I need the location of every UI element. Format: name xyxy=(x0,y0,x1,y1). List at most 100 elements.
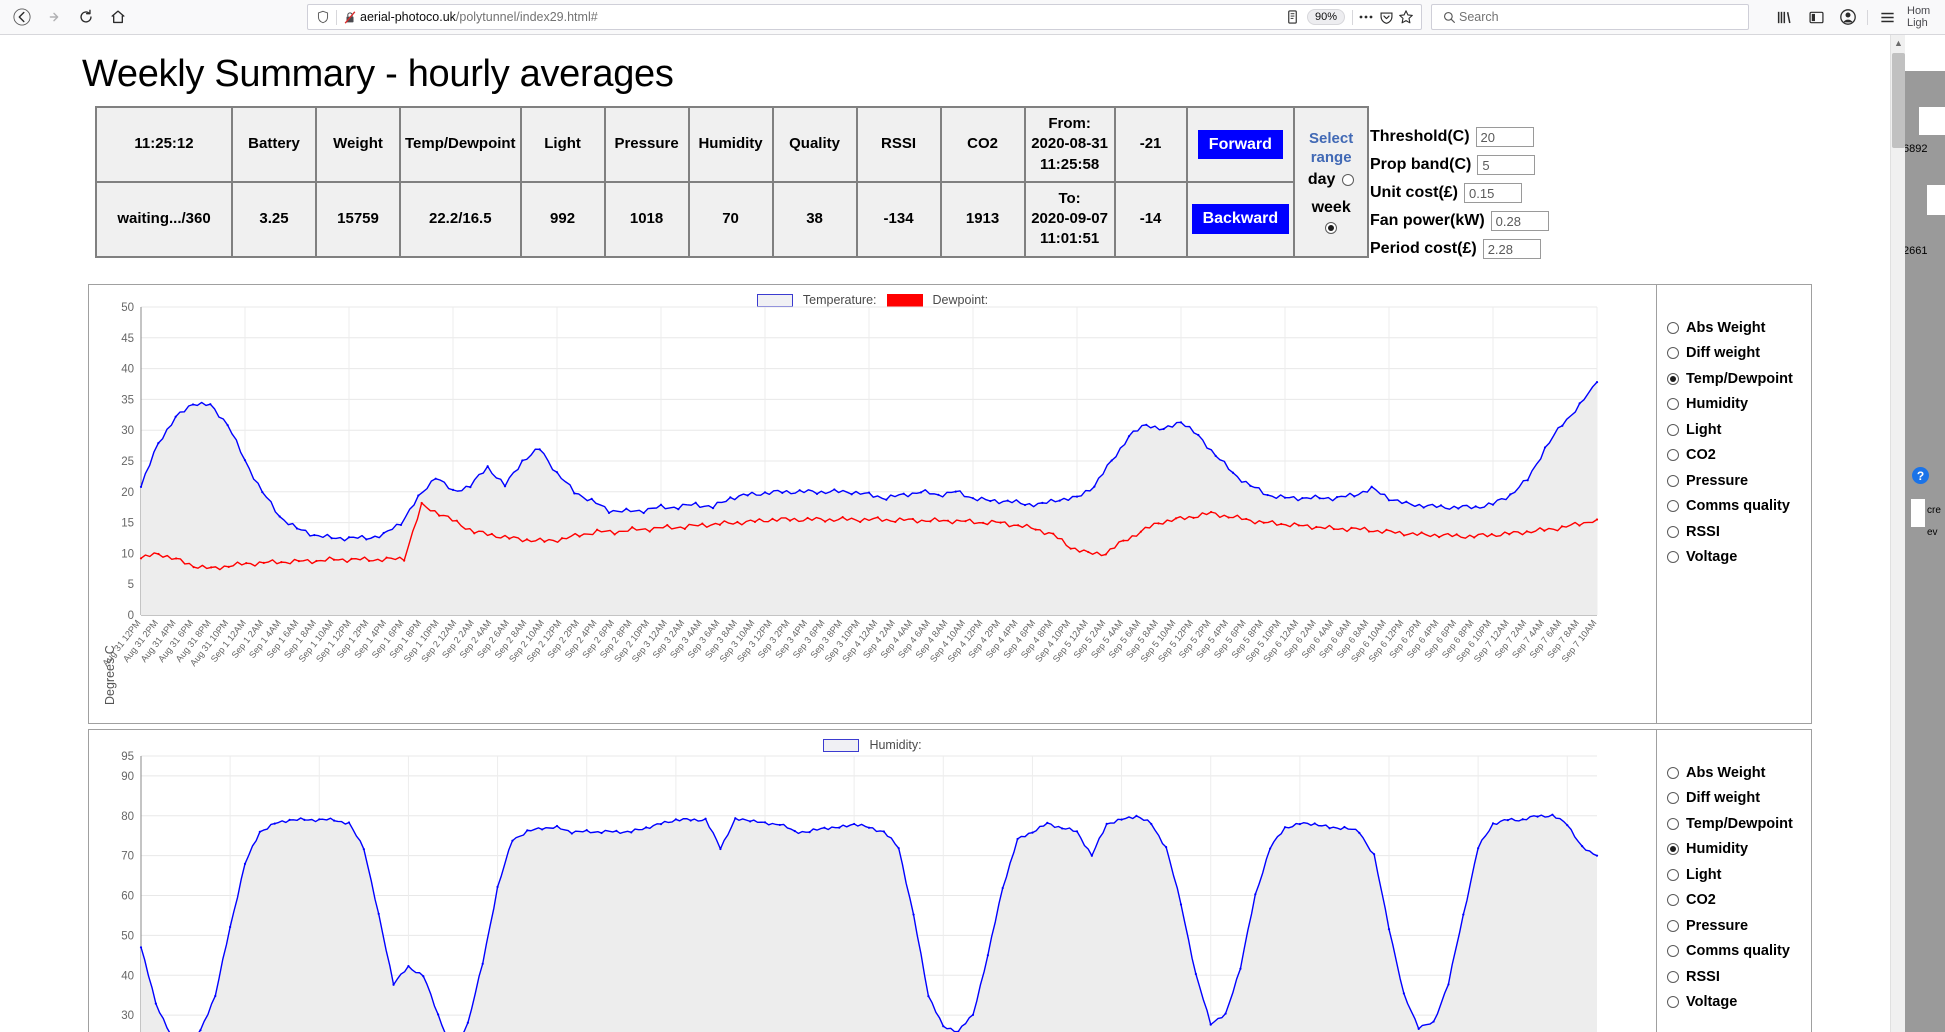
period-cost-input[interactable]: 2.28 xyxy=(1482,239,1541,259)
scroll-up-arrow[interactable]: ▲ xyxy=(1891,35,1906,51)
range-to-time: 11:01:51 xyxy=(1039,230,1100,248)
radio-comms-quality-icon[interactable] xyxy=(1667,500,1679,513)
radio2-voltage-icon[interactable] xyxy=(1667,996,1679,1009)
chart1-option-voltage[interactable]: Voltage xyxy=(1657,545,1811,571)
chart1-option-label-light: Light xyxy=(1686,421,1722,438)
select-range-label: Select range xyxy=(1309,129,1354,166)
svg-text:80: 80 xyxy=(121,811,134,823)
chart1-option-co2[interactable]: CO2 xyxy=(1657,443,1811,469)
reader-view-icon[interactable] xyxy=(1283,9,1303,25)
chart2-option-label-comms-quality: Comms quality xyxy=(1686,943,1790,960)
radio-humidity-icon[interactable] xyxy=(1667,398,1679,411)
svg-text:50: 50 xyxy=(121,930,134,942)
svg-text:15: 15 xyxy=(121,518,134,530)
chart2-option-label-diff-weight: Diff weight xyxy=(1686,790,1761,807)
radio-pressure-icon[interactable] xyxy=(1667,474,1679,487)
value-cell-light: 992 xyxy=(519,180,606,258)
value-cell-humidity: 70 xyxy=(687,180,774,258)
chart2-option-abs-weight[interactable]: Abs Weight xyxy=(1657,760,1811,786)
chart2-option-rssi[interactable]: RSSI xyxy=(1657,964,1811,990)
range-from-cell: From: 2020-08-31 11:25:58 xyxy=(1023,106,1116,183)
chart1-option-temp-dewpoint[interactable]: Temp/Dewpoint xyxy=(1657,366,1811,392)
range-radio-day[interactable] xyxy=(1342,174,1355,187)
setting-row-period-cost: Period cost(£) 2.28 xyxy=(1370,239,1580,259)
chart2-option-comms-quality[interactable]: Comms quality xyxy=(1657,939,1811,965)
radio-voltage-icon[interactable] xyxy=(1667,551,1679,564)
chart1-option-pressure[interactable]: Pressure xyxy=(1657,468,1811,494)
broken-lock-icon[interactable] xyxy=(340,10,360,25)
shield-icon[interactable] xyxy=(313,10,333,24)
zoom-level-badge[interactable]: 90% xyxy=(1306,9,1345,25)
forward-button[interactable]: Forward xyxy=(1197,129,1283,160)
svg-text:30: 30 xyxy=(121,1010,134,1022)
summary-table: 11:25:12 Battery Weight Temp/Dewpoint Li… xyxy=(95,106,1370,258)
settings-panel: Threshold(C) 20 Prop band(C) 5 Unit cost… xyxy=(1370,127,1580,267)
chart2-option-light[interactable]: Light xyxy=(1657,862,1811,888)
star-icon[interactable] xyxy=(1396,9,1416,25)
header-cell-time: 11:25:12 xyxy=(95,106,233,183)
chart2-option-diff-weight[interactable]: Diff weight xyxy=(1657,786,1811,812)
radio2-pressure-icon[interactable] xyxy=(1667,919,1679,932)
help-icon[interactable]: ? xyxy=(1912,467,1929,484)
chart2-option-voltage[interactable]: Voltage xyxy=(1657,990,1811,1016)
reload-button[interactable] xyxy=(70,2,102,32)
chart2-option-label-co2: CO2 xyxy=(1686,892,1716,909)
radio-co2-icon[interactable] xyxy=(1667,449,1679,462)
svg-text:20: 20 xyxy=(121,487,134,499)
radio-abs-weight-icon[interactable] xyxy=(1667,321,1679,334)
account-icon[interactable] xyxy=(1832,2,1864,32)
header-cell-rssi: RSSI xyxy=(855,106,942,183)
library-icon[interactable] xyxy=(1768,2,1800,32)
radio2-rssi-icon[interactable] xyxy=(1667,970,1679,983)
radio-temp-dewpoint-icon[interactable] xyxy=(1667,372,1679,385)
chart2-option-label-abs-weight: Abs Weight xyxy=(1686,764,1766,781)
radio2-temp-dewpoint-icon[interactable] xyxy=(1667,817,1679,830)
background-window-strip: 6892 2661 ? cre ev xyxy=(1905,35,1945,1032)
backward-button[interactable]: Backward xyxy=(1191,204,1290,234)
radio2-abs-weight-icon[interactable] xyxy=(1667,766,1679,779)
radio2-comms-quality-icon[interactable] xyxy=(1667,945,1679,958)
sidebar-icon[interactable] xyxy=(1800,2,1832,32)
fan-power-input[interactable]: 0.28 xyxy=(1490,211,1549,231)
radio2-humidity-icon[interactable] xyxy=(1667,843,1679,856)
pocket-icon[interactable] xyxy=(1376,10,1396,25)
background-tab-label[interactable]: Hom Ligh xyxy=(1903,5,1937,29)
chart1-option-diff-weight[interactable]: Diff weight xyxy=(1657,341,1811,367)
range-to-cell: To: 2020-09-07 11:01:51 xyxy=(1023,180,1116,258)
chart1-option-abs-weight[interactable]: Abs Weight xyxy=(1657,315,1811,341)
unit-cost-input[interactable]: 0.15 xyxy=(1464,183,1522,203)
vertical-scrollbar[interactable]: ▲ xyxy=(1890,35,1905,1032)
prop-band-input[interactable]: 5 xyxy=(1477,155,1536,175)
forward-button[interactable] xyxy=(38,2,70,32)
home-button[interactable] xyxy=(102,2,134,32)
chart2-option-pressure[interactable]: Pressure xyxy=(1657,913,1811,939)
url-bar[interactable]: aerial-photoco.uk/polytunnel/index29.htm… xyxy=(307,4,1422,30)
chart1-option-light[interactable]: Light xyxy=(1657,417,1811,443)
chart1-option-comms-quality[interactable]: Comms quality xyxy=(1657,494,1811,520)
hamburger-menu-icon[interactable] xyxy=(1871,2,1903,32)
chart1-option-humidity[interactable]: Humidity xyxy=(1657,392,1811,418)
range-radio-week[interactable] xyxy=(1325,221,1338,234)
radio2-diff-weight-icon[interactable] xyxy=(1667,792,1679,805)
radio2-light-icon[interactable] xyxy=(1667,868,1679,881)
radio-diff-weight-icon[interactable] xyxy=(1667,347,1679,360)
chart1-option-label-diff-weight: Diff weight xyxy=(1686,345,1761,362)
back-button[interactable] xyxy=(6,2,38,32)
threshold-input[interactable]: 20 xyxy=(1475,127,1534,147)
url-text: aerial-photoco.uk/polytunnel/index29.htm… xyxy=(360,10,598,24)
backward-button-cell: Backward xyxy=(1185,180,1296,258)
temp-dewpoint-chart-area: Temperature: Dewpoint: Degrees C 0 5 10 15 2… xyxy=(89,285,1656,723)
svg-text:40: 40 xyxy=(121,364,134,376)
radio-rssi-icon[interactable] xyxy=(1667,525,1679,538)
chart1-option-rssi[interactable]: RSSI xyxy=(1657,519,1811,545)
search-bar[interactable]: Search xyxy=(1431,4,1749,30)
radio2-co2-icon[interactable] xyxy=(1667,894,1679,907)
ellipsis-icon[interactable] xyxy=(1356,14,1376,20)
svg-text:25: 25 xyxy=(121,456,134,468)
svg-text:70: 70 xyxy=(121,851,134,863)
scrollbar-thumb[interactable] xyxy=(1892,53,1905,148)
chart2-option-temp-dewpoint[interactable]: Temp/Dewpoint xyxy=(1657,811,1811,837)
chart2-option-humidity[interactable]: Humidity xyxy=(1657,837,1811,863)
radio-light-icon[interactable] xyxy=(1667,423,1679,436)
chart2-option-co2[interactable]: CO2 xyxy=(1657,888,1811,914)
